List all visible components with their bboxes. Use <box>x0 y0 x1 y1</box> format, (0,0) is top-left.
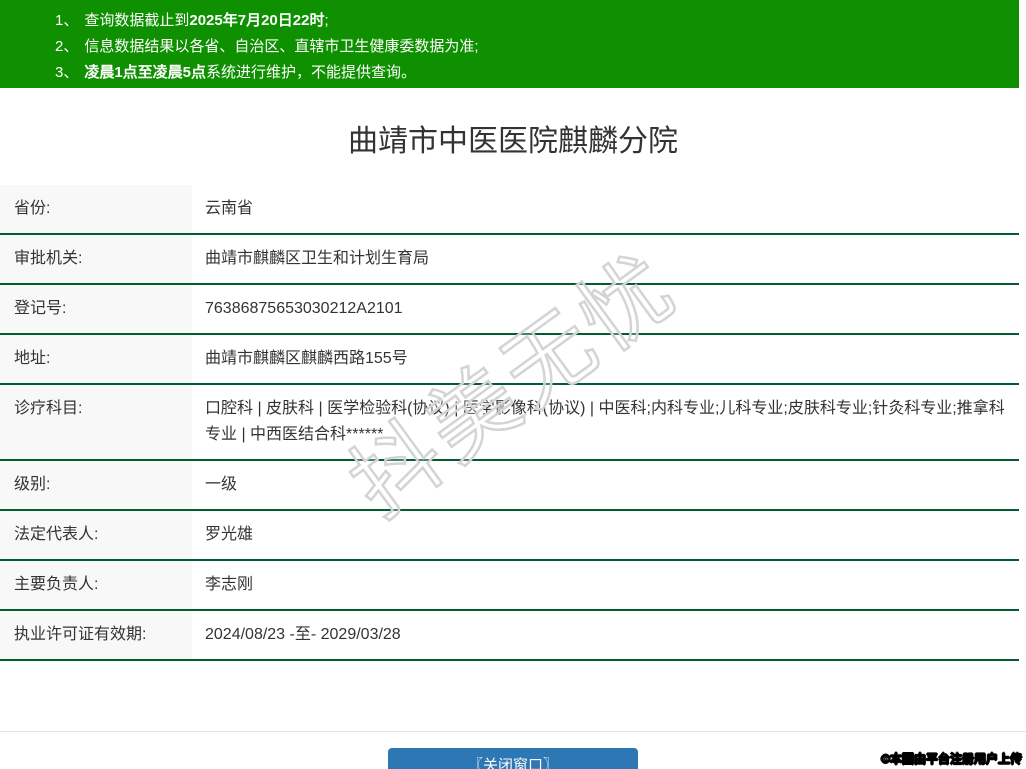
row-label: 登记号: <box>0 285 192 333</box>
notice-number-3: 3、 <box>55 64 78 81</box>
row-value: 一级 <box>192 461 1019 509</box>
page-title: 曲靖市中医医院麒麟分院 <box>0 126 1026 158</box>
row-value: 曲靖市麒麟区卫生和计划生育局 <box>192 235 1019 283</box>
row-value: 76386875653030212A2101 <box>192 285 1019 333</box>
notice-text-bold: 2025年7月20日22时 <box>189 12 324 29</box>
row-label: 诊疗科目: <box>0 385 192 459</box>
row-label: 审批机关: <box>0 235 192 283</box>
table-row-approval-authority: 审批机关: 曲靖市麒麟区卫生和计划生育局 <box>0 235 1019 285</box>
row-label: 主要负责人: <box>0 561 192 609</box>
notice-line-1: 1、查询数据截止到2025年7月20日22时; <box>55 8 1009 34</box>
row-value: 罗光雄 <box>192 511 1019 559</box>
notice-number-2: 2、 <box>55 38 78 55</box>
notice-text: ; <box>324 12 328 29</box>
table-row-legal-representative: 法定代表人: 罗光雄 <box>0 511 1019 561</box>
info-table: 省份: 云南省 审批机关: 曲靖市麒麟区卫生和计划生育局 登记号: 763868… <box>0 185 1019 661</box>
notice-text: 查询数据截止到 <box>84 12 189 29</box>
notice-text: 信息数据结果以各省、自治区、直辖市卫生健康委数据为准; <box>84 38 478 55</box>
row-value: 云南省 <box>192 185 1019 233</box>
table-row-main-responsible-person: 主要负责人: 李志刚 <box>0 561 1019 611</box>
table-row-registration-number: 登记号: 76386875653030212A2101 <box>0 285 1019 335</box>
notice-number-1: 1、 <box>55 12 78 29</box>
row-label: 级别: <box>0 461 192 509</box>
copyright-text: ©本图由平台注册用户上传 <box>881 750 1022 767</box>
table-row-license-validity: 执业许可证有效期: 2024/08/23 -至- 2029/03/28 <box>0 611 1019 661</box>
row-label: 省份: <box>0 185 192 233</box>
table-row-province: 省份: 云南省 <box>0 185 1019 235</box>
row-value: 2024/08/23 -至- 2029/03/28 <box>192 611 1019 659</box>
row-value: 曲靖市麒麟区麒麟西路155号 <box>192 335 1019 383</box>
notice-line-2: 2、信息数据结果以各省、自治区、直辖市卫生健康委数据为准; <box>55 34 1009 60</box>
notice-text: 系统进行维护，不能提供查询。 <box>206 64 416 81</box>
row-label: 执业许可证有效期: <box>0 611 192 659</box>
row-value: 口腔科 | 皮肤科 | 医学检验科(协议) | 医学影像科(协议) | 中医科;… <box>192 385 1019 459</box>
table-row-level: 级别: 一级 <box>0 461 1019 511</box>
close-window-button[interactable]: 〖关闭窗口〗 <box>388 748 638 769</box>
row-label: 法定代表人: <box>0 511 192 559</box>
notice-line-3: 3、凌晨1点至凌晨5点系统进行维护，不能提供查询。 <box>55 60 1009 86</box>
row-value: 李志刚 <box>192 561 1019 609</box>
footer-separator <box>0 731 1026 732</box>
table-row-address: 地址: 曲靖市麒麟区麒麟西路155号 <box>0 335 1019 385</box>
notice-text-bold: 凌晨1点至凌晨5点 <box>84 64 206 81</box>
row-label: 地址: <box>0 335 192 383</box>
notice-bar: 1、查询数据截止到2025年7月20日22时; 2、信息数据结果以各省、自治区、… <box>0 0 1019 88</box>
button-area: 〖关闭窗口〗 <box>0 748 1026 769</box>
table-row-treatment-subjects: 诊疗科目: 口腔科 | 皮肤科 | 医学检验科(协议) | 医学影像科(协议) … <box>0 385 1019 461</box>
